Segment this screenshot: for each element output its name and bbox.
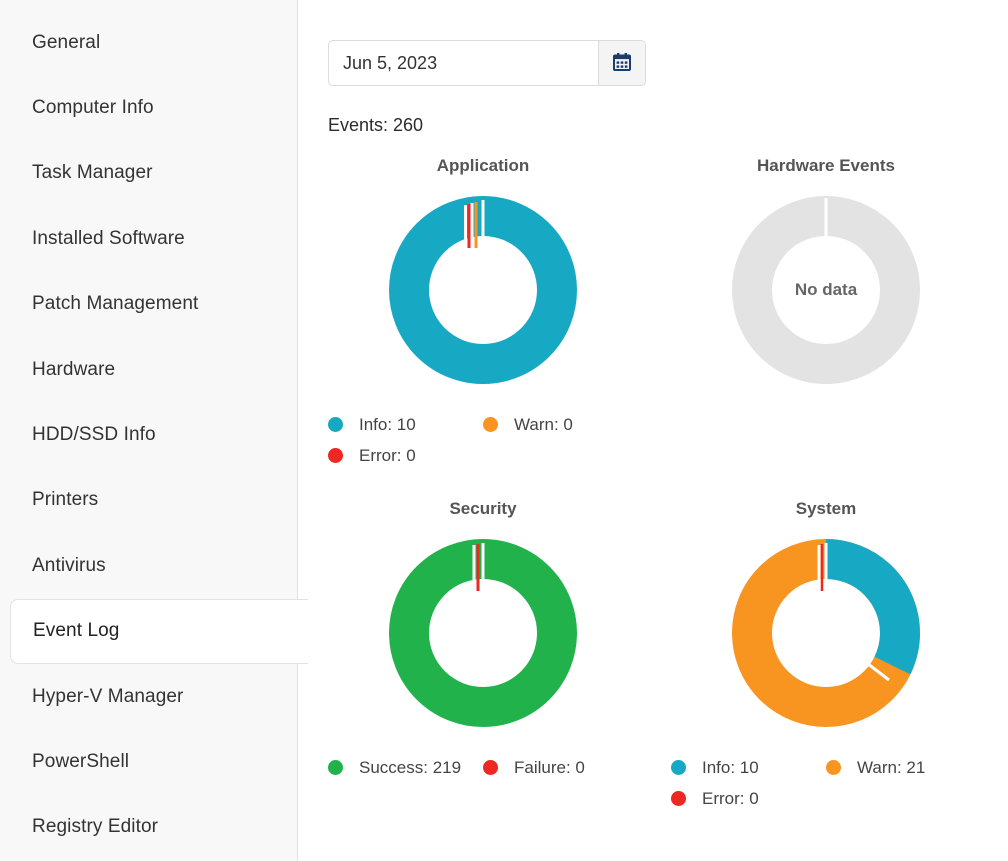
- sidebar-nav-list: General Computer Info Task Manager Insta…: [0, 10, 308, 860]
- sidebar-item-patch-management[interactable]: Patch Management: [0, 272, 297, 337]
- events-count-label: Events: 260: [328, 114, 424, 135]
- sidebar-item-event-log[interactable]: Event Log: [10, 598, 308, 664]
- sidebar-item-label: Hyper-V Manager: [32, 685, 184, 707]
- sidebar-item-label: General: [32, 31, 101, 53]
- chart-card-system: System Info: 10 Warn: 21 Error: 0: [671, 499, 1008, 814]
- sidebar-item-label: Printers: [32, 489, 99, 511]
- legend-system: Info: 10 Warn: 21 Error: 0: [671, 752, 981, 814]
- event-log-page: General Computer Info Task Manager Insta…: [0, 0, 1008, 861]
- legend-application: Info: 10 Warn: 0 Error: 0: [328, 409, 638, 471]
- sidebar-item-label: Task Manager: [32, 162, 153, 184]
- sidebar-item-label: Computer Info: [32, 97, 154, 119]
- legend-label: Info: 10: [359, 414, 416, 434]
- main-content: Events: 260: [298, 0, 1008, 861]
- legend-item[interactable]: Failure: 0: [483, 752, 638, 783]
- chart-title: System: [795, 499, 857, 518]
- date-input[interactable]: [329, 41, 598, 85]
- sidebar-item-label: HDD/SSD Info: [32, 424, 156, 446]
- sidebar-item-antivirus[interactable]: Antivirus: [0, 533, 297, 598]
- legend-item[interactable]: Warn: 0: [483, 409, 638, 440]
- chart-title: Application: [436, 156, 530, 175]
- legend-label: Info: 10: [702, 757, 759, 777]
- sidebar-item-registry-editor[interactable]: Registry Editor: [0, 795, 297, 860]
- donut-chart-security: [328, 525, 638, 740]
- chart-title: Security: [449, 499, 517, 518]
- chart-title: Hardware Events: [757, 156, 895, 175]
- legend-security: Success: 219 Failure: 0: [328, 752, 638, 783]
- legend-item[interactable]: Error: 0: [671, 783, 981, 814]
- sidebar: General Computer Info Task Manager Insta…: [0, 0, 308, 861]
- legend-color-dot-warn: [826, 760, 841, 775]
- donut-chart-system: [671, 525, 981, 740]
- legend-color-dot-error: [328, 448, 343, 463]
- legend-color-dot-success: [328, 760, 343, 775]
- legend-color-dot-failure: [483, 760, 498, 775]
- summary-row: Events: 260: [328, 112, 1008, 138]
- sidebar-item-label: PowerShell: [32, 750, 130, 772]
- legend-label: Error: 0: [359, 445, 416, 465]
- sidebar-item-hardware[interactable]: Hardware: [0, 337, 297, 402]
- chart-card-security: Security Success: 219 Failure: 0: [328, 499, 671, 814]
- sidebar-item-label: Patch Management: [32, 293, 199, 315]
- legend-label: Error: 0: [702, 788, 759, 808]
- legend-label: Warn: 0: [514, 414, 573, 434]
- charts-grid: Application Info: 10 Warn: 0 Error: 0 Ha…: [328, 156, 1008, 814]
- legend-item[interactable]: Warn: 21: [826, 752, 981, 783]
- sidebar-item-installed-software[interactable]: Installed Software: [0, 206, 297, 271]
- sidebar-item-label: Registry Editor: [32, 816, 159, 838]
- donut-chart-hardware-events: No data: [671, 182, 981, 397]
- sidebar-item-hyper-v-manager[interactable]: Hyper-V Manager: [0, 664, 297, 729]
- sidebar-item-task-manager[interactable]: Task Manager: [0, 141, 297, 206]
- donut-chart-application: [328, 182, 638, 397]
- chart-card-hardware-events: Hardware Events No data: [671, 156, 1008, 471]
- sidebar-item-label: Event Log: [33, 620, 120, 642]
- calendar-button[interactable]: [598, 41, 645, 85]
- sidebar-item-general[interactable]: General: [0, 10, 297, 75]
- legend-item[interactable]: Error: 0: [328, 440, 638, 471]
- legend-color-dot-info: [671, 760, 686, 775]
- sidebar-item-label: Hardware: [32, 358, 116, 380]
- sidebar-item-label: Installed Software: [32, 227, 185, 249]
- legend-label: Success: 219: [359, 757, 462, 777]
- legend-color-dot-warn: [483, 417, 498, 432]
- sidebar-item-label: Antivirus: [32, 554, 106, 576]
- sidebar-item-computer-info[interactable]: Computer Info: [0, 75, 297, 140]
- sidebar-item-powershell[interactable]: PowerShell: [0, 729, 297, 794]
- legend-item[interactable]: Success: 219: [328, 752, 483, 783]
- sidebar-item-hdd-ssd-info[interactable]: HDD/SSD Info: [0, 402, 297, 467]
- legend-label: Failure: 0: [514, 757, 585, 777]
- date-picker: [328, 40, 646, 86]
- legend-label: Warn: 21: [857, 757, 926, 777]
- legend-item[interactable]: Info: 10: [671, 752, 826, 783]
- legend-color-dot-info: [328, 417, 343, 432]
- sidebar-item-printers[interactable]: Printers: [0, 468, 297, 533]
- chart-card-application: Application Info: 10 Warn: 0 Error: 0: [328, 156, 671, 471]
- calendar-icon: [612, 52, 632, 75]
- legend-item[interactable]: Info: 10: [328, 409, 483, 440]
- legend-color-dot-error: [671, 791, 686, 806]
